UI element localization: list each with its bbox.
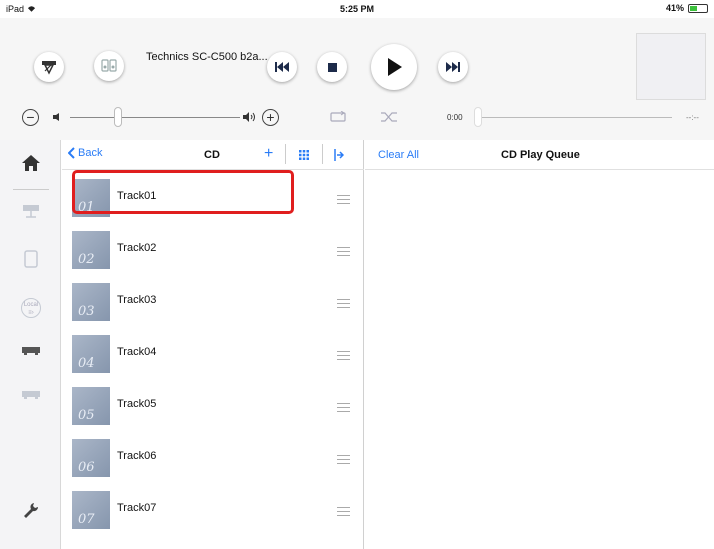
chevron-left-icon bbox=[68, 147, 75, 159]
tablet-icon bbox=[24, 250, 38, 268]
seek-slider-thumb[interactable] bbox=[474, 107, 482, 127]
track-row[interactable]: 02 Track02 bbox=[62, 223, 364, 275]
device-name[interactable]: Technics SC-C500 b2a... bbox=[146, 51, 268, 63]
volume-high-icon bbox=[243, 112, 255, 122]
track-name: Track02 bbox=[117, 242, 157, 254]
volume-slider[interactable] bbox=[70, 117, 240, 118]
device-select-button[interactable] bbox=[94, 51, 124, 81]
add-icon[interactable]: + bbox=[264, 145, 273, 163]
speaker-settings-icon bbox=[42, 61, 56, 75]
back-button[interactable]: Back bbox=[68, 147, 102, 159]
speaker-settings-button[interactable] bbox=[34, 52, 64, 82]
track-row[interactable]: 04 Track04 bbox=[62, 327, 364, 379]
track-row[interactable]: 06 Track06 bbox=[62, 431, 364, 483]
local-music-icon: Local ≡› bbox=[21, 298, 41, 318]
rail-device[interactable] bbox=[19, 384, 43, 406]
queue-header: Clear All CD Play Queue bbox=[365, 140, 714, 170]
cd-player-icon bbox=[22, 347, 40, 355]
rail-tablet[interactable] bbox=[19, 248, 43, 270]
track-thumbnail: 07 bbox=[72, 491, 110, 529]
wrench-icon bbox=[24, 503, 39, 518]
network-device-icon bbox=[23, 205, 39, 218]
clear-all-button[interactable]: Clear All bbox=[378, 149, 419, 161]
local-label: Local bbox=[23, 302, 39, 308]
repeat-icon[interactable] bbox=[330, 111, 346, 123]
track-thumbnail: 04 bbox=[72, 335, 110, 373]
battery-icon bbox=[688, 3, 708, 13]
track-row[interactable]: 03 Track03 bbox=[62, 275, 364, 327]
drag-handle-icon[interactable] bbox=[337, 247, 350, 259]
track-row[interactable]: 01 Track01 bbox=[62, 171, 364, 223]
volume-down-button[interactable]: − bbox=[22, 109, 39, 126]
track-thumbnail: 02 bbox=[72, 231, 110, 269]
track-thumbnail: 01 bbox=[72, 179, 110, 217]
grid-view-icon[interactable] bbox=[299, 150, 309, 160]
elapsed-time: 0:00 bbox=[447, 113, 463, 122]
speaker-device-icon bbox=[101, 59, 117, 72]
queue-title: CD Play Queue bbox=[501, 149, 580, 161]
total-time: --:-- bbox=[686, 113, 699, 122]
drag-handle-icon[interactable] bbox=[337, 299, 350, 311]
track-thumbnail: 06 bbox=[72, 439, 110, 477]
home-icon bbox=[22, 155, 40, 171]
side-rail: Local ≡› bbox=[0, 140, 61, 549]
volume-slider-thumb[interactable] bbox=[114, 107, 122, 127]
drag-handle-icon[interactable] bbox=[337, 403, 350, 415]
track-row[interactable]: 07 Track07 bbox=[62, 483, 364, 535]
album-art bbox=[636, 33, 706, 100]
status-time: 5:25 PM bbox=[339, 4, 374, 14]
volume-low-icon bbox=[53, 113, 59, 121]
previous-icon bbox=[275, 62, 289, 72]
drag-handle-icon[interactable] bbox=[337, 507, 350, 519]
stop-icon bbox=[327, 62, 337, 72]
play-icon bbox=[388, 58, 402, 76]
volume-up-button[interactable]: + bbox=[262, 109, 279, 126]
collapse-panel-icon[interactable] bbox=[334, 149, 344, 161]
previous-button[interactable] bbox=[267, 52, 297, 82]
rail-cd-player[interactable] bbox=[19, 340, 43, 362]
track-name: Track07 bbox=[117, 502, 157, 514]
next-icon bbox=[446, 62, 460, 72]
play-button[interactable] bbox=[371, 44, 417, 90]
drag-handle-icon[interactable] bbox=[337, 455, 350, 467]
track-thumbnail: 03 bbox=[72, 283, 110, 321]
drag-handle-icon[interactable] bbox=[337, 351, 350, 363]
back-label: Back bbox=[78, 147, 103, 159]
track-name: Track06 bbox=[117, 450, 157, 462]
drag-handle-icon[interactable] bbox=[337, 195, 350, 207]
rail-home[interactable] bbox=[19, 152, 43, 174]
track-name: Track04 bbox=[117, 346, 157, 358]
stereo-device-icon bbox=[22, 391, 40, 399]
status-bar: iPad 5:25 PM 41% bbox=[0, 0, 714, 18]
track-name: Track01 bbox=[117, 190, 157, 202]
track-thumbnail: 05 bbox=[72, 387, 110, 425]
track-list-panel: Back CD + 01 Track01 02 Track02 03 Track… bbox=[62, 140, 364, 549]
next-button[interactable] bbox=[438, 52, 468, 82]
track-name: Track03 bbox=[117, 294, 157, 306]
track-row[interactable]: 05 Track05 bbox=[62, 379, 364, 431]
rail-network[interactable] bbox=[19, 200, 43, 222]
play-queue-panel: Clear All CD Play Queue bbox=[365, 140, 714, 549]
seek-slider[interactable] bbox=[480, 117, 672, 118]
list-header: Back CD + bbox=[62, 140, 364, 170]
stop-button[interactable] bbox=[317, 52, 347, 82]
track-name: Track05 bbox=[117, 398, 157, 410]
rail-local[interactable]: Local ≡› bbox=[19, 296, 43, 320]
list-title: CD bbox=[204, 149, 220, 161]
battery-percent: 41% bbox=[665, 3, 684, 13]
shuffle-icon[interactable] bbox=[381, 111, 397, 123]
rail-settings[interactable] bbox=[19, 499, 43, 521]
